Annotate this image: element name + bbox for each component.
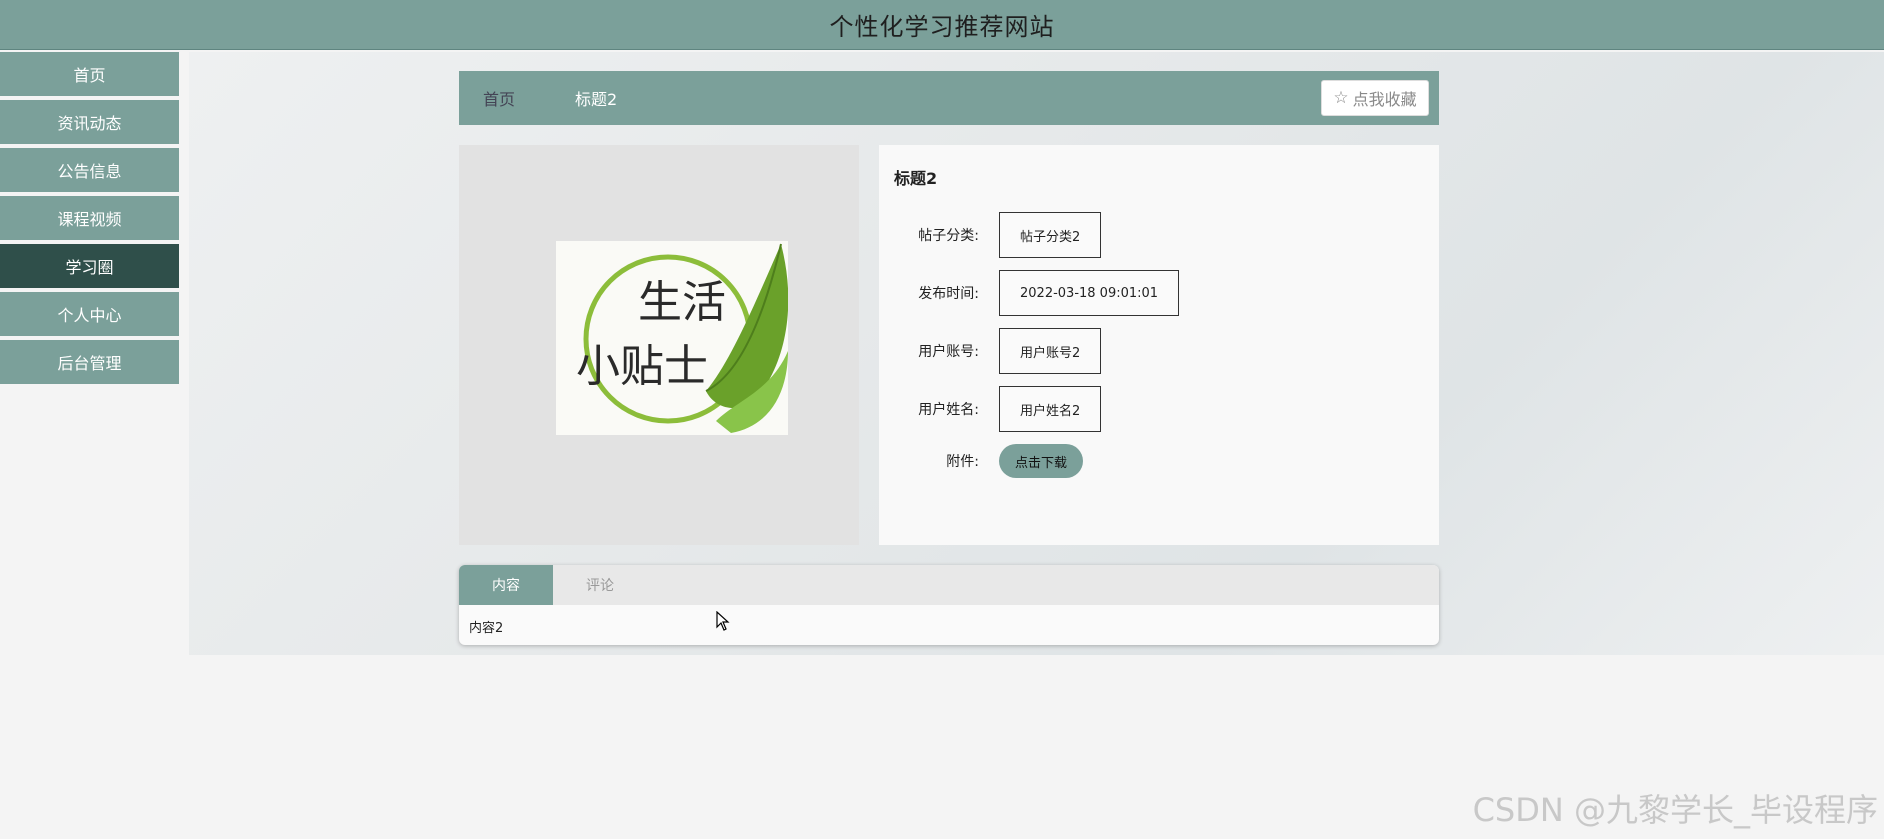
life-tips-logo: 生活 小贴士 — [576, 243, 788, 433]
field-publish-time-label: 发布时间: — [918, 286, 979, 302]
tab-content-body: 内容2 — [469, 621, 504, 636]
tab-header: 内容 评论 — [459, 565, 1439, 605]
tab-comments[interactable]: 评论 — [553, 565, 647, 605]
site-title: 个性化学习推荐网站 — [829, 13, 1055, 41]
sidebar-item-notices[interactable]: 公告信息 — [0, 148, 179, 192]
field-category: 帖子分类: 帖子分类2 — [879, 212, 1102, 258]
field-attachment: 附件: 点击下载 — [879, 444, 1084, 478]
field-user-name-value: 用户姓名2 — [999, 386, 1102, 432]
field-user-account-label: 用户账号: — [918, 344, 979, 360]
field-publish-time: 发布时间: 2022-03-18 09:01:01 — [879, 270, 1180, 316]
header-bar: 个性化学习推荐网站 — [0, 0, 1884, 50]
sidebar-item-news[interactable]: 资讯动态 — [0, 100, 179, 144]
cover-image-panel: 生活 小贴士 — [459, 145, 859, 545]
favorite-label: 点我收藏 — [1352, 90, 1417, 109]
sidebar-item-personal-center[interactable]: 个人中心 — [0, 292, 179, 336]
cover-image: 生活 小贴士 — [556, 241, 788, 435]
field-category-value: 帖子分类2 — [999, 212, 1102, 258]
post-detail-panel: 标题2 帖子分类: 帖子分类2 发布时间: 2022-03-18 09:01:0… — [879, 145, 1439, 545]
sidebar-item-course-videos[interactable]: 课程视频 — [0, 196, 179, 240]
tab-content[interactable]: 内容 — [459, 565, 553, 605]
field-user-name: 用户姓名: 用户姓名2 — [879, 386, 1102, 432]
sidebar-item-study-circle[interactable]: 学习圈 — [0, 244, 179, 288]
sidebar-item-home[interactable]: 首页 — [0, 52, 179, 96]
field-category-label: 帖子分类: — [918, 228, 979, 244]
field-user-account: 用户账号: 用户账号2 — [879, 328, 1102, 374]
sidebar-nav: 首页 资讯动态 公告信息 课程视频 学习圈 个人中心 后台管理 — [0, 52, 179, 388]
breadcrumb-home-link[interactable]: 首页 — [483, 86, 515, 110]
field-user-name-label: 用户姓名: — [918, 402, 979, 418]
field-user-account-value: 用户账号2 — [999, 328, 1102, 374]
svg-text:生活: 生活 — [638, 277, 726, 328]
breadcrumb: 首页 标题2 ☆ 点我收藏 — [459, 71, 1439, 125]
post-title: 标题2 — [894, 169, 938, 188]
star-outline-icon: ☆ — [1333, 88, 1349, 108]
watermark: CSDN @九黎学长_毕设程序 — [1472, 791, 1878, 829]
mouse-cursor-icon — [716, 610, 730, 635]
field-attachment-label: 附件: — [946, 454, 979, 470]
breadcrumb-current: 标题2 — [575, 90, 618, 109]
field-publish-time-value: 2022-03-18 09:01:01 — [999, 270, 1180, 316]
content-tabs: 内容 评论 内容2 — [459, 565, 1439, 645]
svg-text:小贴士: 小贴士 — [576, 341, 708, 392]
download-button[interactable]: 点击下载 — [999, 444, 1084, 478]
sidebar-item-admin[interactable]: 后台管理 — [0, 340, 179, 384]
favorite-button[interactable]: ☆ 点我收藏 — [1321, 80, 1429, 116]
